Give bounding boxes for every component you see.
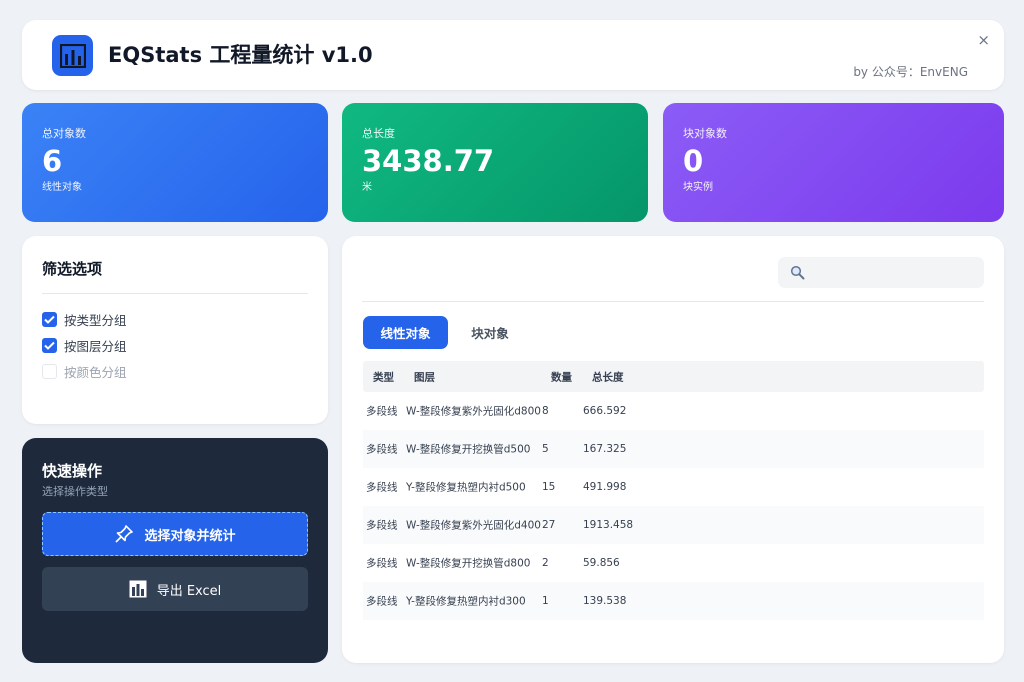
cell-count: 2: [542, 557, 549, 569]
cell-layer: Y-整段修复热塑内衬d300: [406, 595, 526, 608]
cell-type: 多段线: [366, 443, 398, 456]
cell-type: 多段线: [366, 595, 398, 608]
stat-unit: 块实例: [683, 182, 713, 193]
quick-actions-subtitle: 选择操作类型: [42, 485, 108, 498]
tab-linear-objects[interactable]: 线性对象: [363, 316, 448, 349]
bar-chart-icon: [52, 35, 93, 76]
filter-panel: 筛选选项 按类型分组 按图层分组 按颜色分组: [22, 236, 328, 424]
filter-title: 筛选选项: [42, 260, 103, 278]
quick-actions-panel: 快速操作 选择操作类型 选择对象并统计 导出 Excel: [22, 438, 328, 663]
results-panel: 线性对象 块对象 类型 图层 数量 总长度 多段线 W-整段修复紫外光固化d80…: [342, 236, 1004, 663]
button-label: 选择对象并统计: [144, 528, 236, 544]
column-header-length[interactable]: 总长度: [592, 369, 624, 384]
chart-export-icon: [129, 580, 147, 598]
option-label: 按类型分组: [64, 312, 127, 328]
search-input[interactable]: [778, 257, 984, 288]
cell-length: 167.325: [583, 443, 627, 455]
divider: [42, 293, 308, 294]
pin-icon: [114, 524, 134, 544]
group-by-type-option[interactable]: 按类型分组: [42, 306, 308, 332]
cell-length: 491.998: [583, 481, 627, 493]
author-label: by 公众号：EnvENG: [853, 65, 968, 79]
stat-unit: 线性对象: [42, 182, 82, 193]
cell-count: 27: [542, 519, 556, 531]
stat-label: 总长度: [362, 127, 395, 140]
cell-count: 1: [542, 595, 549, 607]
checkbox-empty[interactable]: [42, 363, 57, 379]
select-and-count-button[interactable]: 选择对象并统计: [42, 512, 308, 556]
table-row[interactable]: 多段线 W-整段修复开挖换管d800 2 59.856: [363, 544, 984, 582]
cell-type: 多段线: [366, 519, 398, 532]
cell-layer: W-整段修复开挖换管d800: [406, 557, 531, 570]
cell-count: 5: [542, 443, 549, 455]
table-row[interactable]: 多段线 Y-整段修复热塑内衬d500 15 491.998: [363, 468, 984, 506]
button-label: 导出 Excel: [156, 583, 222, 599]
column-header-layer[interactable]: 图层: [414, 369, 435, 384]
app-title: EQStats 工程量统计 v1.0: [108, 43, 373, 67]
option-label: 按图层分组: [64, 338, 127, 354]
column-header-count[interactable]: 数量: [551, 369, 572, 384]
stat-card-total-objects: 总对象数 6 线性对象: [22, 103, 328, 222]
table-row[interactable]: 多段线 W-整段修复紫外光固化d400 27 1913.458: [363, 506, 984, 544]
stat-value: 3438.77: [362, 144, 495, 178]
stat-card-total-length: 总长度 3438.77 米: [342, 103, 648, 222]
cell-type: 多段线: [366, 481, 398, 494]
column-header-type[interactable]: 类型: [373, 369, 394, 384]
stat-value: 0: [683, 144, 704, 178]
check-icon[interactable]: [42, 311, 57, 327]
cell-layer: Y-整段修复热塑内衬d500: [406, 481, 526, 494]
cell-length: 1913.458: [583, 519, 634, 531]
stat-label: 总对象数: [42, 127, 86, 140]
table-row[interactable]: 多段线 W-整段修复开挖换管d500 5 167.325: [363, 430, 984, 468]
stat-unit: 米: [362, 182, 372, 193]
divider: [362, 301, 984, 302]
search-icon: [790, 265, 805, 284]
cell-count: 8: [542, 405, 549, 417]
cell-layer: W-整段修复紫外光固化d400: [406, 519, 541, 532]
stat-label: 块对象数: [683, 127, 727, 140]
tab-block-objects[interactable]: 块对象: [455, 316, 525, 349]
cell-count: 15: [542, 481, 556, 493]
export-excel-button[interactable]: 导出 Excel: [42, 567, 308, 611]
cell-layer: W-整段修复开挖换管d500: [406, 443, 531, 456]
cell-type: 多段线: [366, 557, 398, 570]
close-icon[interactable]: ×: [977, 31, 990, 49]
cell-length: 666.592: [583, 405, 627, 417]
results-table: 类型 图层 数量 总长度 多段线 W-整段修复紫外光固化d800 8 666.5…: [363, 361, 984, 620]
group-by-layer-option[interactable]: 按图层分组: [42, 332, 308, 358]
option-label: 按颜色分组: [64, 364, 127, 380]
table-row[interactable]: 多段线 Y-整段修复热塑内衬d300 1 139.538: [363, 582, 984, 620]
stat-value: 6: [42, 144, 63, 178]
table-row[interactable]: 多段线 W-整段修复紫外光固化d800 8 666.592: [363, 392, 984, 430]
app-header: EQStats 工程量统计 v1.0 × by 公众号：EnvENG: [22, 20, 1004, 90]
cell-length: 59.856: [583, 557, 620, 569]
check-icon[interactable]: [42, 337, 57, 353]
group-by-color-option[interactable]: 按颜色分组: [42, 358, 308, 384]
cell-length: 139.538: [583, 595, 627, 607]
cell-layer: W-整段修复紫外光固化d800: [406, 405, 541, 418]
stat-card-block-objects: 块对象数 0 块实例: [663, 103, 1004, 222]
cell-type: 多段线: [366, 405, 398, 418]
quick-actions-title: 快速操作: [42, 462, 103, 480]
table-header: 类型 图层 数量 总长度: [363, 361, 984, 392]
